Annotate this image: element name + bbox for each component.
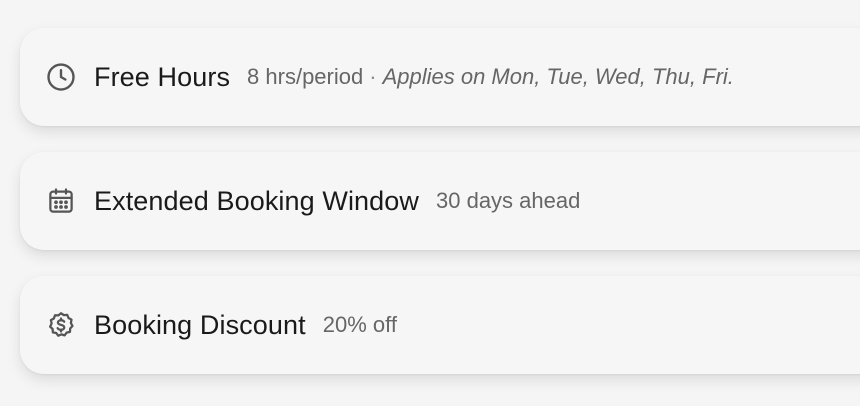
detail-separator: ·	[369, 64, 377, 89]
discount-badge-icon	[46, 310, 76, 340]
benefit-value: 30 days ahead	[436, 188, 581, 213]
benefit-title: Booking Discount	[94, 309, 306, 340]
benefits-list: Free Hours 8 hrs/period · Applies on Mon, …	[0, 0, 860, 406]
benefit-title: Free Hours	[94, 61, 231, 92]
benefit-value: 8 hrs/period	[247, 64, 364, 89]
benefit-detail: 20% off	[323, 312, 397, 338]
benefit-detail: 30 days ahead	[436, 188, 580, 214]
benefit-card-free-hours[interactable]: Free Hours 8 hrs/period · Applies on Mon, …	[20, 28, 860, 126]
calendar-icon	[46, 186, 76, 216]
benefit-title: Extended Booking Window	[94, 185, 419, 216]
benefit-detail: 8 hrs/period · Applies on Mon, Tue, Wed, T…	[247, 64, 734, 90]
benefit-value: 20% off	[322, 312, 397, 337]
clock-icon	[46, 62, 76, 92]
benefit-card-booking-discount[interactable]: Booking Discount 20% off	[20, 276, 860, 374]
benefit-note: Applies on Mon, Tue, Wed, Thu, Fri.	[382, 64, 734, 89]
benefit-card-extended-booking-window[interactable]: Extended Booking Window 30 days ahead	[20, 152, 860, 250]
